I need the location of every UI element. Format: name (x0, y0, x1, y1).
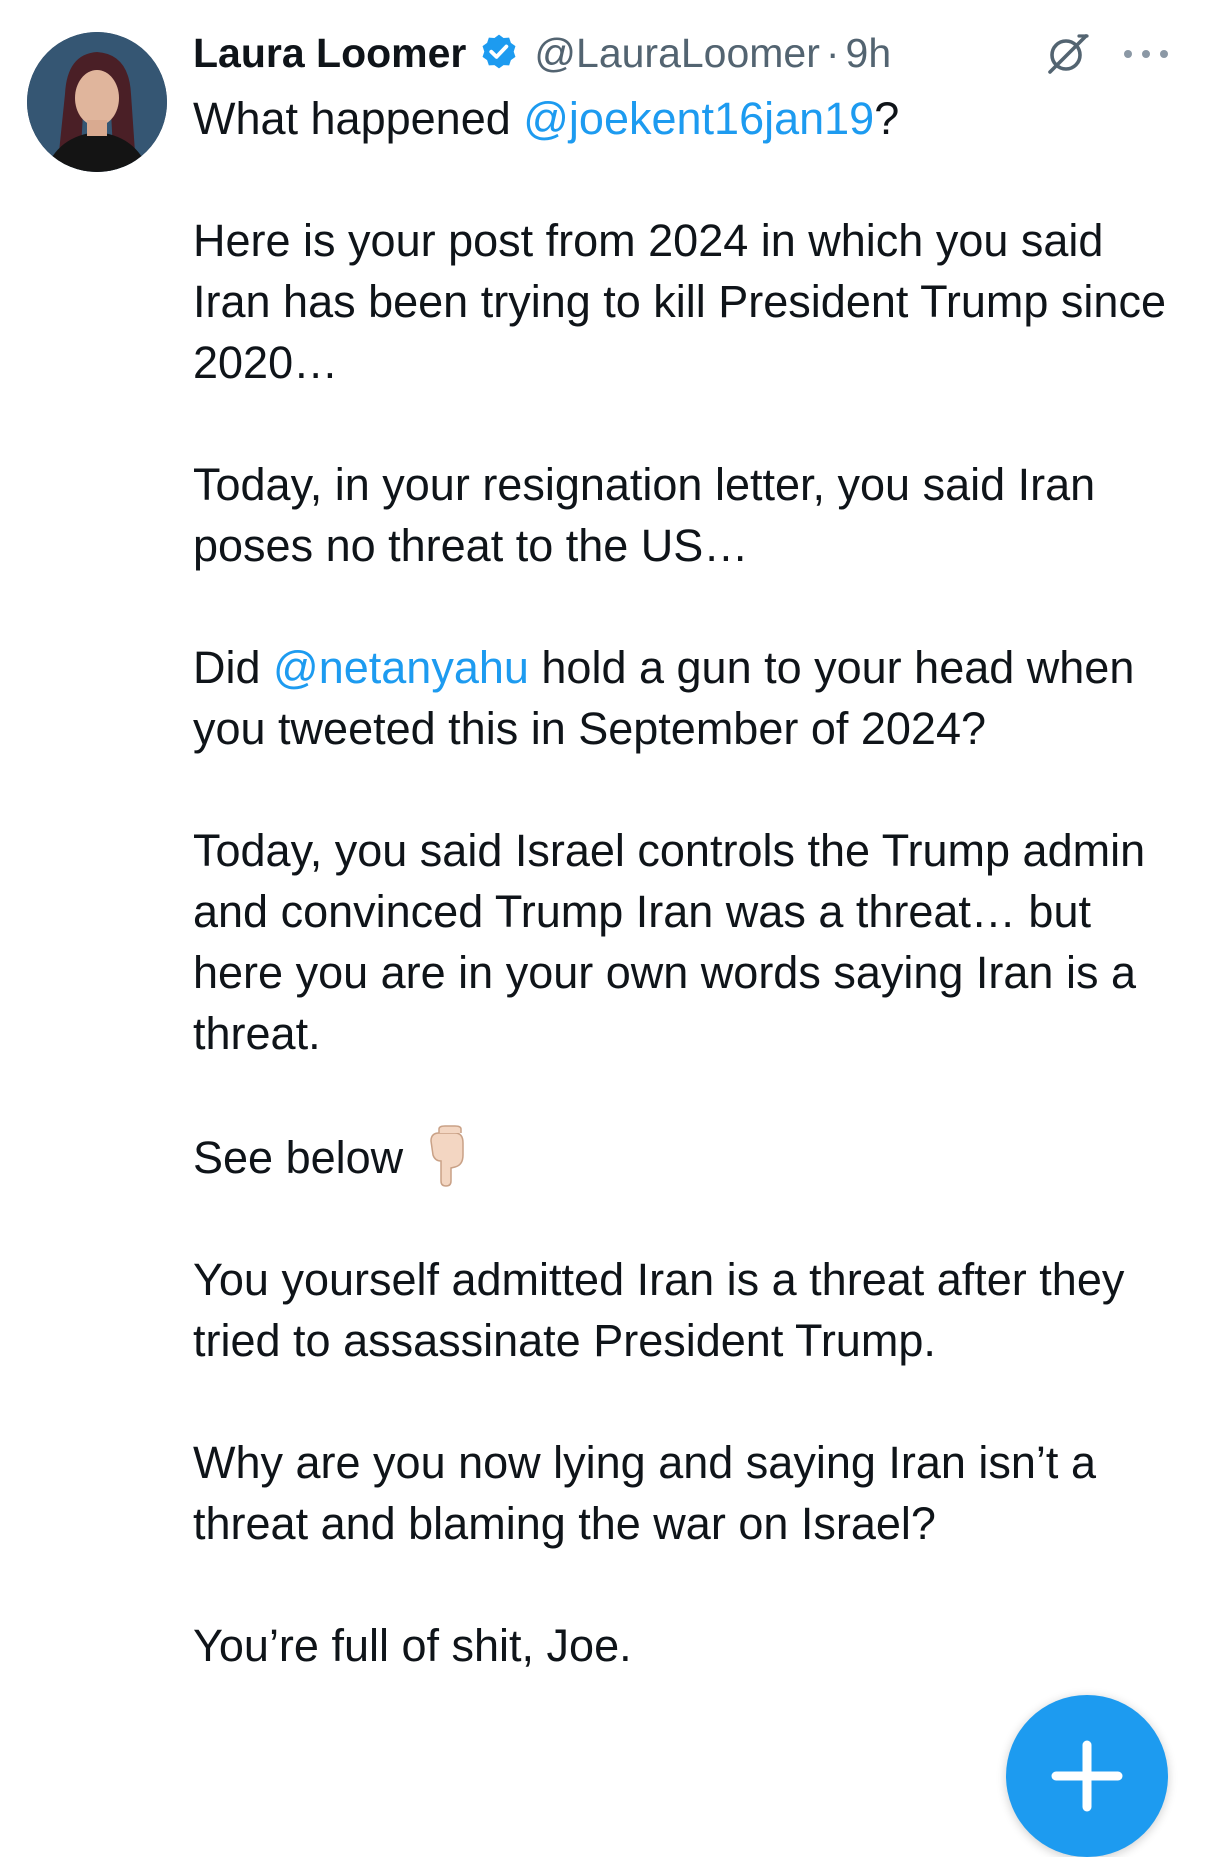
tweet-text-segment: What happened (193, 93, 524, 144)
tweet-text-segment: You yourself admitted Iran is a threat a… (193, 1254, 1125, 1366)
tweet-timestamp[interactable]: 9h (846, 30, 892, 77)
tweet-paragraph: See below (193, 1125, 1183, 1188)
compose-button[interactable] (1006, 1695, 1168, 1857)
mention-link[interactable]: @netanyahu (273, 642, 529, 693)
tweet-text-segment: You’re full of shit, Joe. (193, 1620, 632, 1671)
author-name[interactable]: Laura Loomer (193, 30, 466, 77)
tweet-text-segment: Today, you said Israel controls the Trum… (193, 825, 1146, 1059)
separator-dot: · (825, 29, 840, 76)
pointing-down-hand-icon (425, 1125, 469, 1187)
tweet-paragraph: Why are you now lying and saying Iran is… (193, 1432, 1183, 1554)
compose-plus-icon (1051, 1740, 1123, 1812)
tweet-paragraph: You yourself admitted Iran is a threat a… (193, 1249, 1183, 1371)
tweet-text-segment: Why are you now lying and saying Iran is… (193, 1437, 1096, 1549)
grok-icon[interactable] (1044, 30, 1092, 78)
more-options-icon[interactable] (1118, 34, 1174, 74)
author-handle[interactable]: @LauraLoomer (534, 30, 820, 77)
tweet-paragraph: Here is your post from 2024 in which you… (193, 210, 1183, 393)
tweet-text-segment: Today, in your resignation letter, you s… (193, 459, 1096, 571)
tweet-paragraph: Today, in your resignation letter, you s… (193, 454, 1183, 576)
tweet-text-segment: ? (874, 93, 900, 144)
tweet-paragraph: Today, you said Israel controls the Trum… (193, 820, 1183, 1064)
tweet-header: Laura Loomer @LauraLoomer · 9h (193, 24, 1186, 82)
tweet-paragraph: Did @netanyahu hold a gun to your head w… (193, 637, 1183, 759)
verified-badge-icon (478, 32, 520, 74)
tweet-text: What happened @joekent16jan19? Here is yo… (193, 88, 1183, 1676)
tweet-paragraph: What happened @joekent16jan19? (193, 88, 1183, 149)
avatar-image (27, 32, 167, 172)
tweet-text-segment: Here is your post from 2024 in which you… (193, 215, 1166, 388)
tweet-text-segment: See below (193, 1132, 404, 1183)
mention-link[interactable]: @joekent16jan19 (523, 93, 874, 144)
tweet-text-segment: Did (193, 642, 274, 693)
tweet-paragraph: You’re full of shit, Joe. (193, 1615, 1183, 1676)
author-avatar[interactable] (27, 32, 167, 172)
